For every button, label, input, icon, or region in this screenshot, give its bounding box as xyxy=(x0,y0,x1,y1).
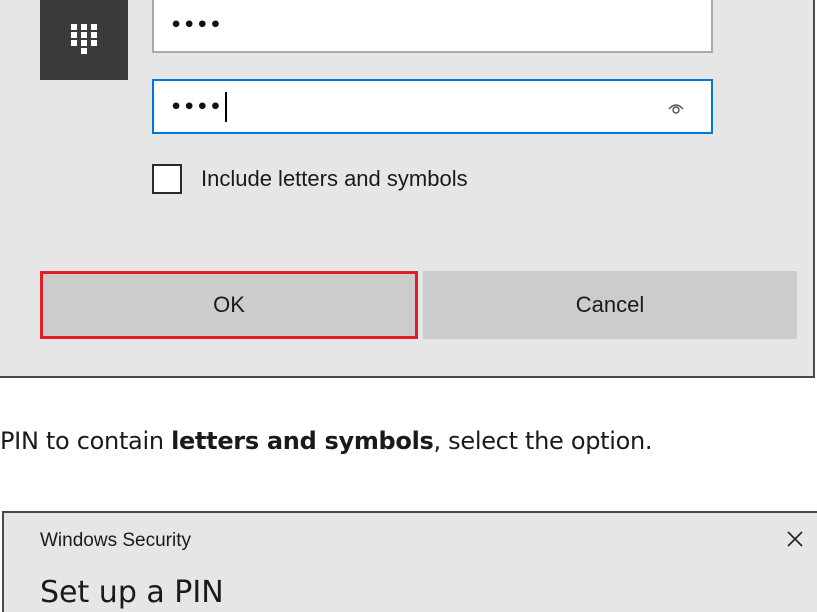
keypad-icon xyxy=(40,0,128,80)
ok-button-label: OK xyxy=(213,292,245,317)
instruction-prefix: PIN to contain xyxy=(0,427,172,455)
confirm-pin-field[interactable]: •••• xyxy=(152,79,713,134)
instruction-bold: letters and symbols xyxy=(171,427,434,455)
include-letters-checkbox[interactable] xyxy=(152,164,182,194)
close-icon[interactable] xyxy=(783,527,807,551)
dialog-heading: Set up a PIN xyxy=(40,575,224,610)
cancel-button-label: Cancel xyxy=(575,292,645,317)
text-caret xyxy=(224,91,227,122)
ok-button[interactable]: OK xyxy=(40,271,418,339)
instruction-text: PIN to contain letters and symbols, sele… xyxy=(0,427,653,455)
pin-setup-dialog: •••• •••• Include letters and symbols OK… xyxy=(0,0,815,378)
include-letters-label: Include letters and symbols xyxy=(201,166,468,191)
windows-security-dialog: Windows Security Set up a PIN xyxy=(2,511,817,612)
new-pin-value: •••• xyxy=(170,13,223,36)
include-letters-option[interactable]: Include letters and symbols xyxy=(152,164,468,194)
instruction-suffix: , select the option. xyxy=(433,427,653,455)
confirm-pin-value: •••• xyxy=(170,95,223,118)
new-pin-field[interactable]: •••• xyxy=(152,0,713,53)
cancel-button[interactable]: Cancel xyxy=(423,271,797,339)
eye-icon[interactable] xyxy=(667,99,685,117)
window-title: Windows Security xyxy=(40,530,191,551)
